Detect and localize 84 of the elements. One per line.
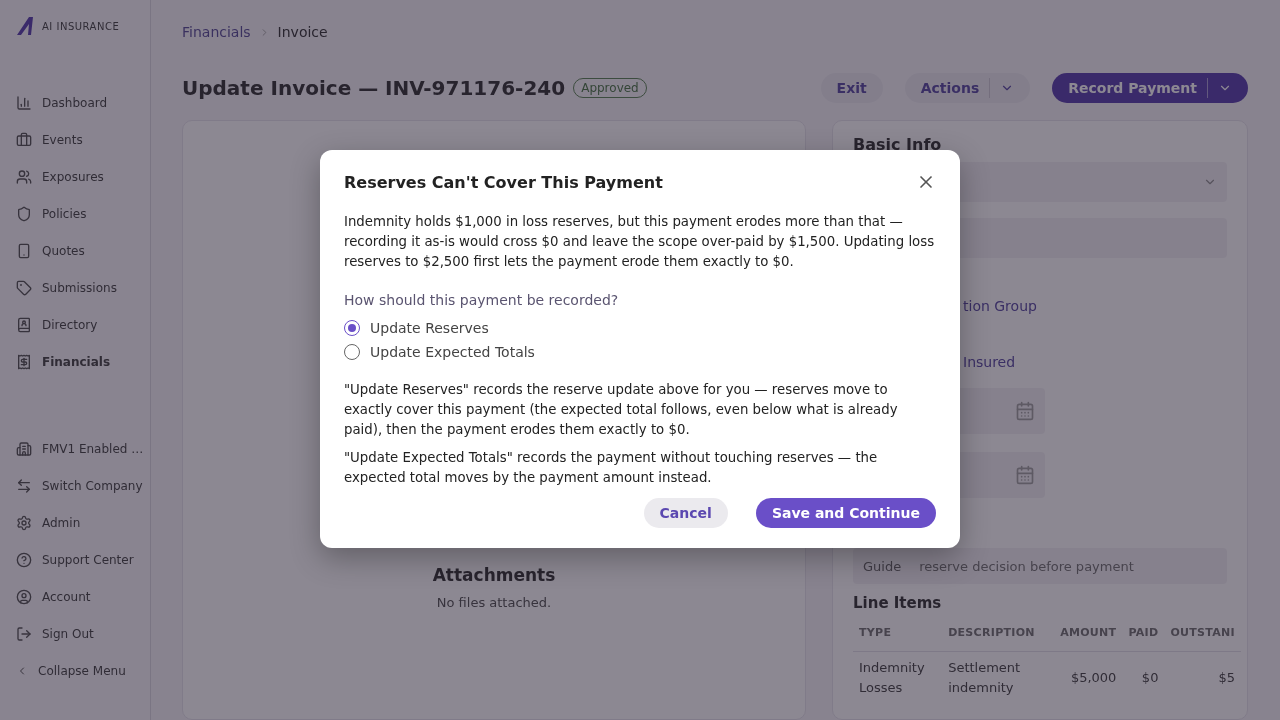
nav-item[interactable]: Events [16, 121, 150, 158]
nav-label: Support Center [42, 552, 134, 567]
nav-label: Admin [42, 515, 81, 530]
save-button[interactable]: Save and Continue [755, 498, 936, 528]
brand-name: AI INSURANCE [42, 20, 120, 32]
note-text: "Update Reserves" records the reserve update above for you — reserves move to exactly cover this payment (the expected total follows, even below what is already paid), then the payment erodes them exactly to $0. [344, 381, 899, 439]
nav-item[interactable]: Directory [16, 306, 150, 343]
table-cell: $5 [1164, 651, 1241, 703]
nav-item[interactable]: Account [16, 578, 150, 615]
nav-label: Policies [42, 206, 87, 221]
link[interactable]: tion Group [963, 298, 1037, 314]
nav-label: Events [42, 132, 83, 147]
nav-item[interactable]: Dashboard [16, 84, 150, 121]
guide-input[interactable]: reserve decision before payment [917, 557, 1227, 575]
nav-item[interactable]: Collapse Menu [16, 652, 150, 689]
nav-label: Directory [42, 317, 98, 332]
table-cell: Settlement indemnity [942, 651, 1055, 703]
column-header: AMOUNT [1054, 616, 1123, 652]
nav-label: FMV1 Enabled … [42, 441, 144, 456]
bar-chart-icon [16, 94, 32, 111]
nav-label: Quotes [42, 243, 85, 258]
nav-label: Collapse Menu [38, 663, 126, 678]
calendar-icon [1015, 401, 1035, 421]
section-title: Basic Info [853, 135, 943, 154]
exit-button[interactable]: Exit [820, 73, 883, 103]
empty-text: No files attached. [436, 595, 552, 610]
account-icon [16, 588, 32, 605]
option-label: Update Reserves [370, 320, 489, 336]
nav-item[interactable]: Support Center [16, 541, 150, 578]
column-header: OUTSTANI [1164, 616, 1241, 652]
nav-item[interactable]: Switch Company [16, 467, 150, 504]
page-title: Update Invoice — INV-971176-240 [182, 76, 566, 100]
phone-icon [16, 242, 32, 259]
cancel-button[interactable]: Cancel [643, 498, 728, 528]
nav-item[interactable]: FMV1 Enabled … [16, 430, 150, 467]
help-icon [16, 551, 32, 568]
dialog-title: Reserves Can't Cover This Payment [344, 172, 663, 192]
nav-label: Account [42, 589, 91, 604]
section-title: Attachments [432, 565, 556, 585]
contact-book-icon [16, 316, 32, 333]
people-icon [16, 168, 32, 185]
settings-icon [16, 514, 32, 531]
link[interactable]: Insured [963, 354, 1016, 370]
briefcase-icon [16, 131, 32, 148]
building-icon [16, 440, 32, 457]
column-header: PAID [1122, 616, 1165, 652]
nav-item[interactable]: Quotes [16, 232, 150, 269]
calendar-icon [1015, 465, 1035, 485]
column-header: TYPE [853, 616, 943, 652]
nav-item[interactable]: Submissions [16, 269, 150, 306]
shield-icon [16, 205, 32, 222]
nav-item[interactable]: Policies [16, 195, 150, 232]
logo-icon [16, 16, 36, 36]
radio-option[interactable]: Update Expected Totals [344, 340, 936, 364]
nav-label: Submissions [42, 280, 117, 295]
actions-button[interactable]: Actions [904, 73, 1031, 103]
option-label: Update Expected Totals [370, 344, 535, 360]
arrows-icon [16, 477, 32, 494]
table-cell: $5,000 [1054, 651, 1123, 703]
guide-field[interactable]: Guide reserve decision before payment [853, 548, 1227, 584]
nav-label: Switch Company [42, 478, 143, 493]
sign-out-icon [16, 625, 32, 642]
nav-label: Exposures [42, 169, 104, 184]
section-title: Line Items [853, 594, 943, 612]
breadcrumb-current: Invoice [277, 24, 328, 40]
tag-icon [16, 279, 32, 296]
table-cell: $0 [1122, 651, 1165, 703]
receipt-icon [16, 353, 32, 370]
nav-item[interactable]: Exposures [16, 158, 150, 195]
nav-item[interactable]: Admin [16, 504, 150, 541]
column-header: DESCRIPTION [942, 616, 1055, 652]
question-text: How should this payment be recorded? [344, 292, 620, 308]
nav-item[interactable]: Sign Out [16, 615, 150, 652]
nav-item[interactable]: Financials [16, 343, 150, 380]
field-label: Guide [863, 558, 902, 574]
record-payment-button[interactable]: Record Payment [1052, 73, 1248, 103]
note-text: "Update Expected Totals" records the payment without touching reserves — the expected total moves by the payment amount instead. [344, 449, 879, 487]
dialog-message: Indemnity holds $1,000 in loss reserves, but this payment erodes more than that — recording it as-is would cross $0 and leave the scope over-paid by $1,500. Updating loss reserves to $2,500 first lets the payment erode them exactly to $0. [344, 213, 936, 271]
nav-label: Financials [42, 354, 111, 369]
table-cell: Indemnity Losses [853, 651, 943, 703]
breadcrumb-link[interactable]: Financials [182, 24, 251, 40]
nav-label: Dashboard [42, 95, 108, 110]
nav-label: Sign Out [42, 626, 94, 641]
radio-option[interactable]: Update Reserves [344, 316, 936, 340]
